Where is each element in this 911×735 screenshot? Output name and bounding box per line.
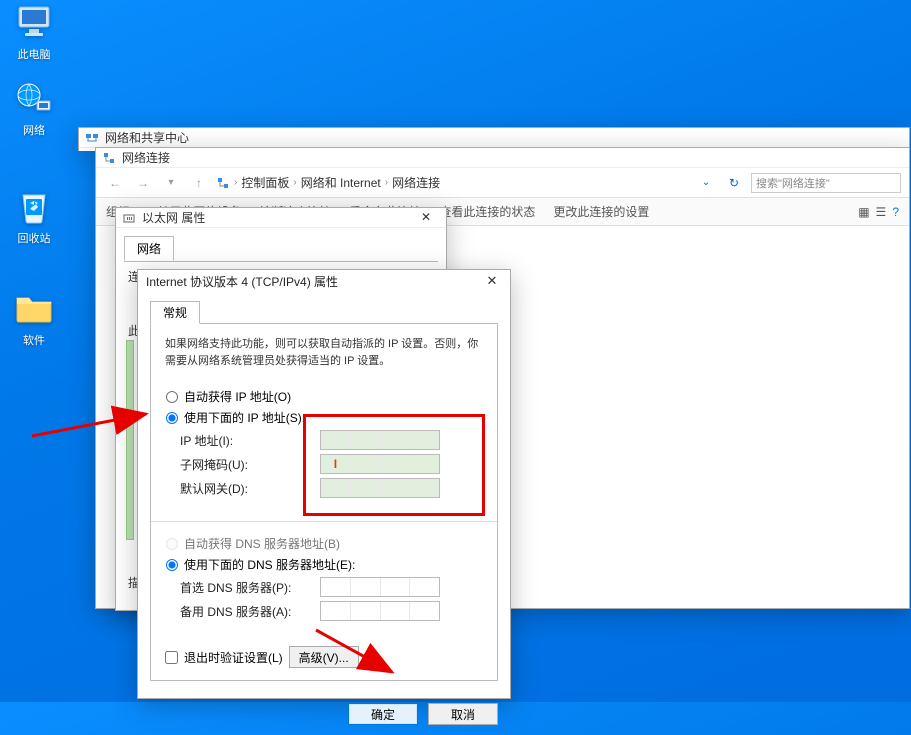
- close-button[interactable]: ✕: [482, 273, 502, 289]
- network-icon: [14, 78, 54, 118]
- breadcrumb[interactable]: › 控制面板 › 网络和 Internet › 网络连接: [216, 174, 440, 191]
- nc-path-icon: [216, 176, 230, 190]
- dialog-title: Internet 协议版本 4 (TCP/IPv4) 属性: [146, 273, 482, 290]
- desktop-icon-this-pc[interactable]: 此电脑: [6, 2, 62, 62]
- desktop-icon-recycle-bin[interactable]: 回收站: [6, 186, 62, 246]
- chevron-icon: ›: [293, 177, 296, 188]
- breadcrumb-item[interactable]: 网络和 Internet: [301, 174, 381, 191]
- recycle-bin-icon: [14, 186, 54, 226]
- chevron-icon: ›: [385, 177, 388, 188]
- label-subnet-mask: 子网掩码(U):: [180, 456, 320, 473]
- radio-auto-ip-input[interactable]: [166, 391, 178, 403]
- view-icons-button[interactable]: ▦: [858, 205, 869, 219]
- window-title: 网络和共享中心: [105, 129, 903, 146]
- radio-auto-dns-input: [166, 538, 178, 550]
- breadcrumb-item[interactable]: 网络连接: [392, 174, 440, 191]
- chevron-icon: ›: [234, 177, 237, 188]
- close-button[interactable]: ✕: [412, 209, 440, 227]
- desktop-icon-label: 软件: [23, 335, 45, 347]
- tab-network[interactable]: 网络: [124, 236, 174, 261]
- label-dns-primary: 首选 DNS 服务器(P):: [180, 579, 320, 596]
- label-dns-secondary: 备用 DNS 服务器(A):: [180, 603, 320, 620]
- desktop-icon-label: 此电脑: [18, 49, 51, 61]
- cancel-button[interactable]: 取消: [428, 703, 498, 725]
- nav-forward-button[interactable]: →: [132, 172, 154, 194]
- desktop-icon-label: 回收站: [18, 233, 51, 245]
- radio-label: 使用下面的 IP 地址(S):: [184, 409, 305, 426]
- desktop-icon-label: 网络: [23, 125, 45, 137]
- input-subnet-mask[interactable]: I: [320, 454, 440, 474]
- radio-manual-ip-input[interactable]: [166, 412, 178, 424]
- radio-label: 使用下面的 DNS 服务器地址(E):: [184, 556, 355, 573]
- advanced-button[interactable]: 高级(V)...: [289, 646, 359, 668]
- address-bar: ← → ▾ ↑ › 控制面板 › 网络和 Internet › 网络连接 ⌄ ↻…: [96, 168, 909, 198]
- input-ip-address[interactable]: [320, 430, 440, 450]
- radio-manual-dns[interactable]: 使用下面的 DNS 服务器地址(E):: [166, 556, 482, 573]
- input-default-gateway[interactable]: [320, 478, 440, 498]
- desktop-icon-network[interactable]: 网络: [6, 78, 62, 138]
- radio-auto-dns[interactable]: 自动获得 DNS 服务器地址(B): [166, 535, 482, 552]
- ethernet-icon: [122, 211, 136, 225]
- window-title: 网络连接: [122, 149, 903, 166]
- desktop-icon-software[interactable]: 软件: [6, 288, 62, 348]
- toolbar-change[interactable]: 更改此连接的设置: [553, 203, 649, 220]
- radio-manual-dns-input[interactable]: [166, 559, 178, 571]
- nsc-icon: [85, 131, 99, 145]
- text-cursor-icon: I: [334, 457, 337, 471]
- search-placeholder: 搜索"网络连接": [756, 175, 830, 191]
- folder-icon: [14, 288, 54, 328]
- ok-button[interactable]: 确定: [348, 703, 418, 725]
- window-title: 以太网 属性: [142, 209, 412, 226]
- help-button[interactable]: ?: [892, 205, 899, 219]
- search-input[interactable]: 搜索"网络连接": [751, 173, 901, 193]
- label-default-gateway: 默认网关(D):: [180, 480, 320, 497]
- tab-panel-general: 如果网络支持此功能，则可以获取自动指派的 IP 设置。否则，你需要从网络系统管理…: [150, 323, 498, 681]
- radio-label: 自动获得 IP 地址(O): [184, 388, 291, 405]
- pc-icon: [14, 2, 54, 42]
- dropdown-icon[interactable]: ⌄: [695, 172, 717, 194]
- checkbox-label: 退出时验证设置(L): [184, 649, 283, 666]
- refresh-button[interactable]: ↻: [723, 172, 745, 194]
- radio-auto-ip[interactable]: 自动获得 IP 地址(O): [166, 388, 482, 405]
- radio-label: 自动获得 DNS 服务器地址(B): [184, 535, 340, 552]
- nav-back-button[interactable]: ←: [104, 172, 126, 194]
- breadcrumb-item[interactable]: 控制面板: [241, 174, 289, 191]
- dialog-tcpip-properties: Internet 协议版本 4 (TCP/IPv4) 属性 ✕ 常规 如果网络支…: [137, 269, 511, 699]
- input-dns-primary[interactable]: [320, 577, 440, 597]
- nc-icon: [102, 151, 116, 165]
- label-ip-address: IP 地址(I):: [180, 432, 320, 449]
- checkbox-validate-on-exit[interactable]: [165, 651, 178, 664]
- toolbar-status[interactable]: 查看此连接的状态: [439, 203, 535, 220]
- nav-history-button[interactable]: ▾: [160, 172, 182, 194]
- radio-manual-ip[interactable]: 使用下面的 IP 地址(S):: [166, 409, 482, 426]
- input-dns-secondary[interactable]: [320, 601, 440, 621]
- partial-listbox-edge: [126, 340, 134, 540]
- description-text: 如果网络支持此功能，则可以获取自动指派的 IP 设置。否则，你需要从网络系统管理…: [165, 336, 483, 369]
- tab-general[interactable]: 常规: [150, 301, 200, 324]
- view-details-button[interactable]: ☰: [876, 205, 887, 219]
- nav-up-button[interactable]: ↑: [188, 172, 210, 194]
